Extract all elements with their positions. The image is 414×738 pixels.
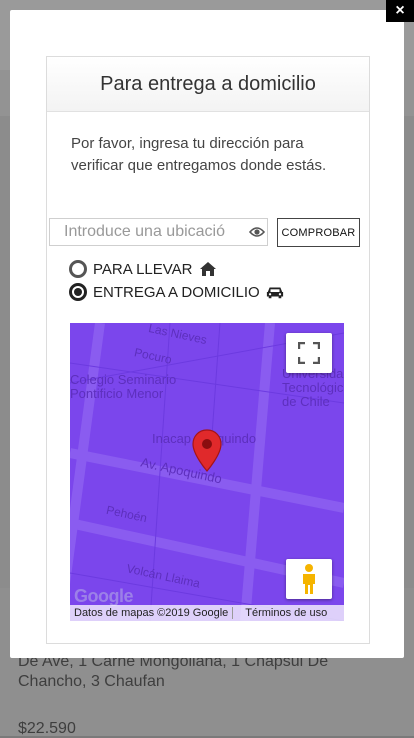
intro-text: Por favor, ingresa tu dirección para ver… (71, 135, 327, 174)
map-label-poi: Universidad Tecnológica de Chile (282, 366, 344, 409)
option-pickup[interactable]: PARA LLEVAR (69, 259, 217, 279)
check-button[interactable]: COMPROBAR (277, 218, 360, 247)
location-pin-icon[interactable] (191, 429, 223, 473)
locate-icon[interactable] (249, 225, 265, 239)
fullscreen-button[interactable] (286, 333, 332, 373)
bg-product-price: $22.590 (18, 720, 76, 737)
pegman-icon (303, 564, 315, 594)
car-icon (266, 287, 283, 299)
home-icon (199, 262, 216, 276)
radio-pickup[interactable] (69, 260, 87, 278)
option-delivery[interactable]: ENTREGA A DOMICILIO (69, 282, 284, 302)
street-view-button[interactable] (286, 559, 332, 599)
map-terms-link[interactable]: Términos de uso (241, 607, 331, 619)
map-attribution-bar: Datos de mapas ©2019 Google Términos de … (70, 605, 344, 621)
option-delivery-label: ENTREGA A DOMICILIO (93, 283, 260, 301)
bg-product-description: De Ave, 1 Carne Mongoliana, 1 Chapsui De… (18, 653, 329, 690)
address-input[interactable] (49, 218, 268, 246)
close-button[interactable]: × (386, 0, 414, 22)
modal-title: Para entrega a domicilio (100, 72, 316, 95)
fullscreen-icon (298, 342, 320, 364)
option-pickup-label: PARA LLEVAR (93, 260, 193, 278)
panel-header: Para entrega a domicilio (47, 57, 369, 112)
radio-delivery[interactable] (69, 283, 87, 301)
map-attribution: Datos de mapas ©2019 Google (74, 607, 229, 619)
map-label-poi: Colegio Seminario Pontificio Menor (70, 372, 177, 401)
map-view[interactable]: Las Nieves Pocuro Colegio Seminario Pont… (70, 323, 344, 621)
google-logo: Google (74, 586, 134, 606)
